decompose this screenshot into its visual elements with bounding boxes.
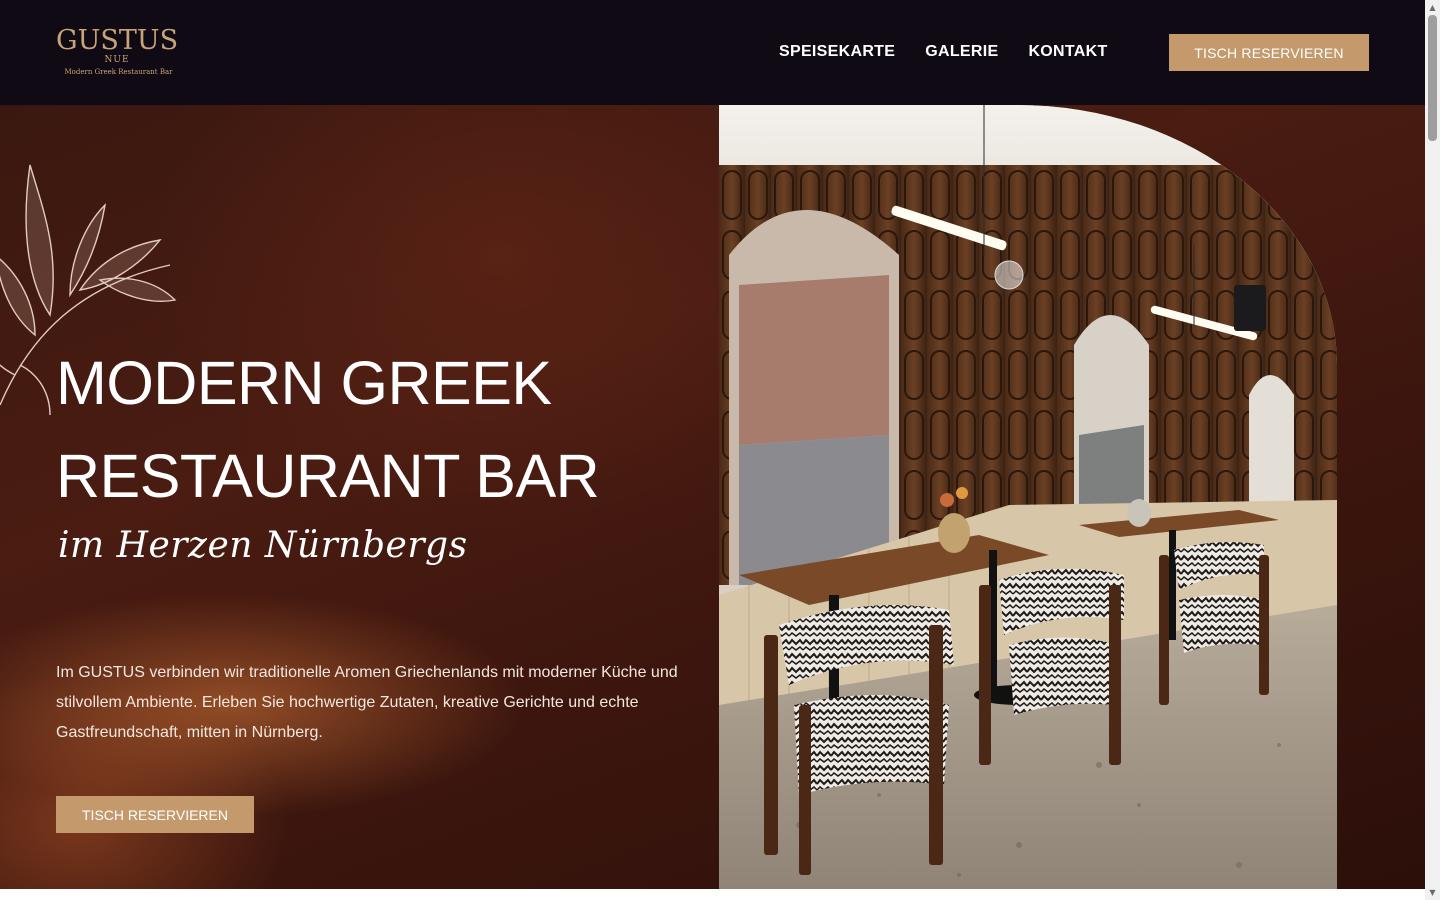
hero-title-line-2: RESTAURANT BAR (56, 442, 600, 510)
restaurant-interior-image (719, 105, 1337, 889)
hero-title: MODERN GREEK RESTAURANT BAR (56, 337, 696, 523)
page-scrollbar[interactable]: ▲ ▼ (1425, 0, 1440, 900)
scroll-down-arrow-icon[interactable]: ▼ (1425, 885, 1440, 900)
logo[interactable]: GUSTUS NUE Modern Greek Restaurant Bar (56, 26, 181, 80)
logo-wordmark: GUSTUS (56, 25, 179, 56)
hero-section: MODERN GREEK RESTAURANT BAR im Herzen Nü… (0, 105, 1425, 889)
nav-item-galerie[interactable]: GALERIE (925, 42, 998, 62)
hero-reserve-button[interactable]: TISCH RESERVIEREN (56, 796, 254, 833)
scroll-up-arrow-icon[interactable]: ▲ (1425, 0, 1440, 15)
logo-sub: NUE (104, 55, 130, 65)
hero-script-subtitle: im Herzen Nürnbergs (58, 525, 468, 566)
nav-item-kontakt[interactable]: KONTAKT (1028, 42, 1107, 62)
hero-title-line-1: MODERN GREEK (56, 349, 552, 417)
scroll-thumb[interactable] (1428, 15, 1437, 141)
hero-description: Im GUSTUS verbinden wir traditionelle Ar… (56, 664, 678, 741)
logo-tagline: Modern Greek Restaurant Bar (64, 68, 173, 76)
nav-item-speisekarte[interactable]: SPEISEKARTE (779, 42, 895, 62)
header-reserve-button[interactable]: TISCH RESERVIEREN (1169, 34, 1369, 71)
site-header: GUSTUS NUE Modern Greek Restaurant Bar S… (0, 0, 1425, 105)
main-nav: SPEISEKARTE GALERIE KONTAKT (779, 42, 1108, 62)
